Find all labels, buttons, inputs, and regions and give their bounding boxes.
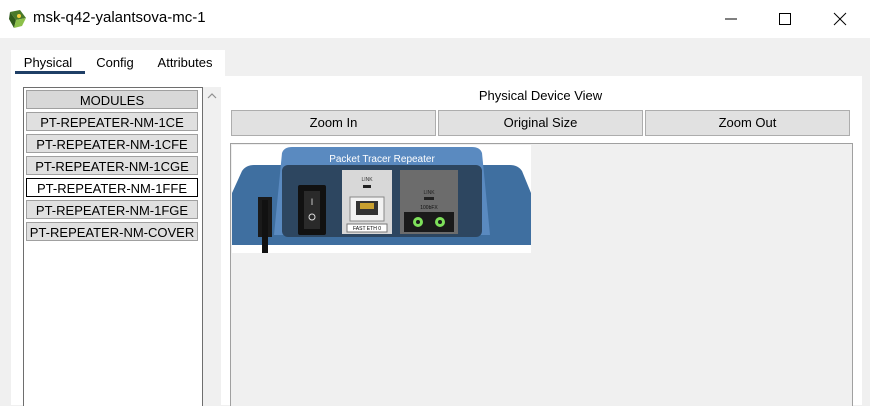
zoom-in-button[interactable]: Zoom In <box>231 110 436 136</box>
maximize-button[interactable] <box>762 0 808 38</box>
window-title: msk-q42-yalantsova-mc-1 <box>33 9 206 26</box>
port-link-led <box>363 185 371 188</box>
close-button[interactable] <box>817 0 863 38</box>
tab-physical[interactable]: Physical <box>11 50 85 76</box>
module-item-cover[interactable]: PT-REPEATER-NM-COVER <box>26 222 198 241</box>
device-label: Packet Tracer Repeater <box>329 154 435 165</box>
fiber-port[interactable] <box>404 212 454 232</box>
tab-attributes[interactable]: Attributes <box>145 50 225 76</box>
modules-header: MODULES <box>26 90 198 109</box>
tab-config[interactable]: Config <box>85 50 145 76</box>
port-eth-label: FAST ETH 0 <box>353 226 381 232</box>
module-item-1fge[interactable]: PT-REPEATER-NM-1FGE <box>26 200 198 219</box>
minimize-icon <box>725 18 737 20</box>
module-item-1cfe[interactable]: PT-REPEATER-NM-1CFE <box>26 134 198 153</box>
title-bar: msk-q42-yalantsova-mc-1 <box>0 0 870 38</box>
port-link-label: LINK <box>361 177 373 183</box>
repeater-device-graphic: Packet Tracer Repeater I LINK FAST ETH 0… <box>232 147 531 255</box>
svg-text:I: I <box>311 197 314 207</box>
chevron-up-icon <box>207 93 217 99</box>
module-item-1ffe[interactable]: PT-REPEATER-NM-1FFE <box>26 178 198 197</box>
fiber-label: 100bFX <box>420 205 438 211</box>
maximize-icon <box>779 13 791 25</box>
device-view-title: Physical Device View <box>478 88 603 103</box>
fiber-link-label: LINK <box>423 190 435 196</box>
module-item-1cge[interactable]: PT-REPEATER-NM-1CGE <box>26 156 198 175</box>
original-size-button[interactable]: Original Size <box>438 110 643 136</box>
modules-scrollbar[interactable] <box>203 87 221 405</box>
zoom-out-button[interactable]: Zoom Out <box>645 110 850 136</box>
fiber-link-led <box>424 197 434 200</box>
repeater-device-image: Packet Tracer Repeater I LINK FAST ETH 0… <box>232 145 531 255</box>
packet-tracer-app-icon <box>9 10 26 28</box>
minimize-button[interactable] <box>708 0 754 38</box>
modules-list: MODULES PT-REPEATER-NM-1CE PT-REPEATER-N… <box>23 87 203 406</box>
scroll-up-button[interactable] <box>203 87 221 105</box>
module-item-1ce[interactable]: PT-REPEATER-NM-1CE <box>26 112 198 131</box>
close-icon <box>833 12 847 26</box>
